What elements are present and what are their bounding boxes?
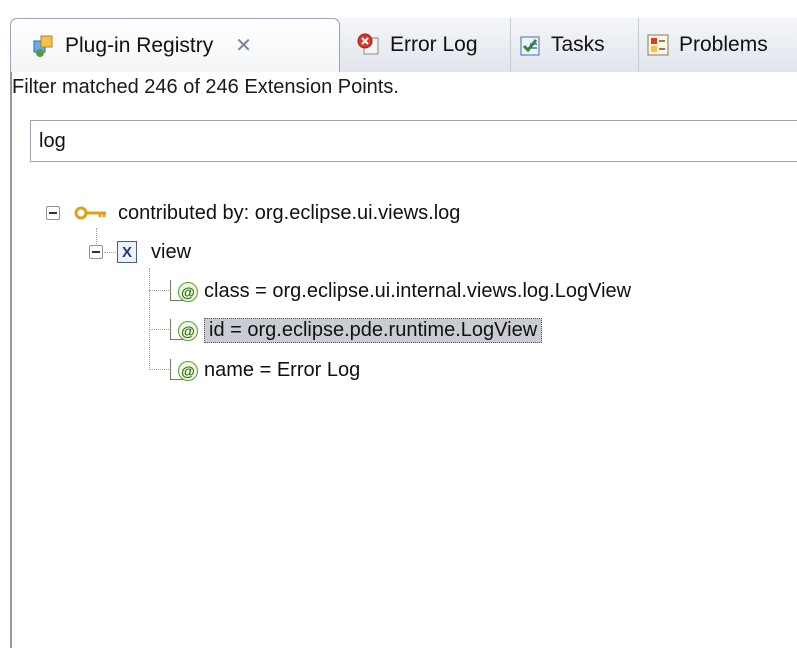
tree-node-label: class = org.eclipse.ui.internal.views.lo… (204, 279, 632, 302)
key-icon (74, 203, 110, 223)
filter-input[interactable] (30, 120, 797, 162)
attribute-icon: @ (170, 357, 198, 383)
plugin-registry-icon (31, 33, 57, 59)
tree-node-label: name = Error Log (204, 358, 361, 381)
tree-node-label-selected: id = org.eclipse.pde.runtime.LogView (204, 317, 543, 343)
tab-label: Problems (679, 33, 768, 56)
tree-node-attribute[interactable]: @ id = org.eclipse.pde.runtime.LogView (170, 315, 543, 345)
close-icon[interactable]: ✕ (235, 33, 252, 58)
collapse-toggle[interactable] (89, 245, 103, 259)
top-strip (0, 0, 797, 18)
tab-label: Error Log (390, 33, 478, 56)
tree-connector (149, 290, 171, 291)
tab-plugin-registry[interactable]: Plug-in Registry ✕ (10, 18, 340, 72)
tree-node-label: contributed by: org.eclipse.ui.views.log (118, 201, 461, 224)
filter-status-text: Filter matched 246 of 246 Extension Poin… (12, 76, 399, 98)
tasks-icon (517, 32, 543, 58)
tab-label: Tasks (551, 33, 605, 56)
attribute-icon: @ (170, 317, 198, 343)
tree-connector (149, 369, 171, 370)
extension-element-icon: X (117, 241, 137, 263)
tab-problems[interactable]: Problems (638, 18, 768, 72)
tree-connector (149, 329, 171, 330)
tab-tasks[interactable]: Tasks (510, 18, 605, 72)
tree-connector (149, 268, 150, 370)
attribute-icon: @ (170, 278, 198, 304)
error-log-icon (356, 32, 382, 58)
tree-node-attribute[interactable]: @ class = org.eclipse.ui.internal.views.… (170, 276, 631, 306)
tree-node-attribute[interactable]: @ name = Error Log (170, 355, 360, 385)
tree-node-contributor[interactable]: contributed by: org.eclipse.ui.views.log (46, 198, 460, 228)
tree-node-view[interactable]: X view (89, 237, 191, 267)
tree-node-label: view (151, 240, 192, 263)
view-tab-bar: Plug-in Registry ✕ Error Log Tasks Probl… (10, 18, 797, 73)
tab-label: Plug-in Registry (65, 33, 214, 57)
collapse-toggle[interactable] (46, 206, 60, 220)
tab-error-log[interactable]: Error Log (350, 18, 478, 72)
problems-icon (645, 32, 671, 58)
